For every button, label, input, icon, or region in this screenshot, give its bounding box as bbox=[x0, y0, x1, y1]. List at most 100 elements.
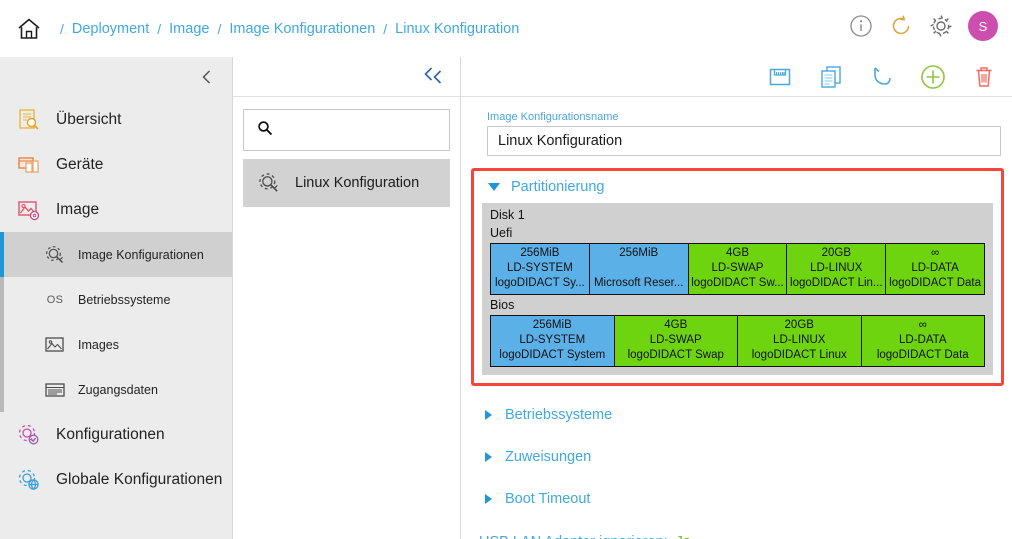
partition-block[interactable]: 4GB LD-SWAP logoDIDACT Swap bbox=[614, 316, 738, 366]
chevron-right-icon bbox=[485, 410, 492, 420]
app-window: / Deployment / Image / Image Konfigurati… bbox=[0, 0, 1012, 539]
back-button[interactable] bbox=[429, 68, 447, 86]
partitioning-section-title: Partitionierung bbox=[511, 179, 605, 195]
list-item[interactable]: Linux Konfiguration bbox=[243, 159, 450, 207]
refresh-icon[interactable] bbox=[888, 13, 914, 39]
sidebar-collapse-button[interactable] bbox=[0, 57, 232, 97]
boot-mode-label-bios: Bios bbox=[490, 298, 515, 312]
action-toolbar bbox=[766, 57, 998, 97]
breadcrumb-item-image-konfigurationen[interactable]: Image Konfigurationen bbox=[229, 21, 375, 37]
partition-name: logoDIDACT Lin... bbox=[790, 277, 883, 289]
sidebar-item-label: Betriebssysteme bbox=[78, 292, 171, 307]
sidebar-item-label: Geräte bbox=[56, 155, 104, 173]
top-bar-actions: S bbox=[848, 11, 998, 41]
partition-name: logoDIDACT Data bbox=[876, 349, 969, 361]
sidebar-item-label: Übersicht bbox=[56, 110, 122, 128]
devices-icon bbox=[14, 152, 44, 178]
section-boot-timeout[interactable]: Boot Timeout bbox=[461, 486, 1012, 512]
sidebar-item-betriebssysteme[interactable]: OS Betriebssysteme bbox=[0, 277, 232, 322]
partition-size: 256MiB bbox=[619, 247, 659, 259]
content-panel: Image Konfigurationsname Linux Konfigura… bbox=[433, 57, 1012, 539]
partition-block[interactable]: 256MiB LD-SYSTEM logoDIDACT Sy... bbox=[491, 244, 590, 294]
breadcrumb-item-image[interactable]: Image bbox=[169, 21, 209, 37]
partition-id: LD-LINUX bbox=[773, 334, 826, 346]
add-icon[interactable] bbox=[919, 63, 947, 91]
network-port-icon[interactable] bbox=[766, 63, 794, 91]
section-title: Betriebssysteme bbox=[505, 407, 613, 423]
partition-size: 20GB bbox=[821, 247, 851, 259]
configurations-icon bbox=[14, 422, 44, 448]
sidebar-item-globale-konfigurationen[interactable]: Globale Konfigurationen bbox=[0, 457, 232, 502]
breadcrumb-separator: / bbox=[383, 20, 388, 37]
search-box[interactable] bbox=[243, 109, 450, 151]
partition-name: logoDIDACT Sw... bbox=[691, 277, 784, 289]
content-toolbar bbox=[433, 57, 1012, 97]
section-zuweisungen[interactable]: Zuweisungen bbox=[461, 444, 1012, 470]
partition-id: LD-LINUX bbox=[810, 262, 863, 274]
section-betriebssysteme[interactable]: Betriebssysteme bbox=[461, 402, 1012, 428]
partition-row-uefi: 256MiB LD-SYSTEM logoDIDACT Sy... 256MiB… bbox=[490, 243, 985, 295]
partition-row-bios: 256MiB LD-SYSTEM logoDIDACT System 4GB L… bbox=[490, 315, 985, 367]
sidebar-item-konfigurationen[interactable]: Konfigurationen bbox=[0, 412, 232, 457]
usb-lan-adapter-setting: USB LAN Adapter ignorieren: Ja bbox=[461, 534, 1012, 539]
sidebar-item-zugangsdaten[interactable]: Zugangsdaten bbox=[0, 367, 232, 412]
partition-size: ∞ bbox=[918, 319, 927, 331]
partition-name: logoDIDACT Data bbox=[889, 277, 981, 289]
section-title: Boot Timeout bbox=[505, 491, 591, 507]
partition-block[interactable]: 256MiB Microsoft Reser... bbox=[589, 244, 689, 294]
sidebar: Übersicht Geräte Image Image Konfigurati… bbox=[0, 57, 233, 539]
partition-block[interactable]: ∞ LD-DATA logoDIDACT Data bbox=[861, 316, 984, 366]
partition-size: 4GB bbox=[725, 247, 749, 259]
overview-icon bbox=[14, 107, 44, 133]
top-bar: / Deployment / Image / Image Konfigurati… bbox=[0, 0, 1012, 57]
partition-name: logoDIDACT Linux bbox=[751, 349, 847, 361]
partition-id: LD-DATA bbox=[911, 262, 959, 274]
name-field-input[interactable]: Linux Konfiguration bbox=[487, 126, 1001, 156]
image-config-icon bbox=[257, 171, 281, 195]
sidebar-item-label: Images bbox=[78, 337, 119, 352]
boot-mode-label-uefi: Uefi bbox=[490, 226, 513, 240]
partition-block[interactable]: ∞ LD-DATA logoDIDACT Data bbox=[886, 244, 984, 294]
chevron-right-icon bbox=[485, 452, 492, 462]
search-input[interactable] bbox=[283, 122, 433, 138]
disk-label: Disk 1 bbox=[490, 208, 525, 222]
sidebar-item-geraete[interactable]: Geräte bbox=[0, 142, 232, 187]
section-title: Zuweisungen bbox=[505, 449, 592, 465]
partition-size: 256MiB bbox=[520, 247, 560, 259]
partition-block[interactable]: 20GB LD-LINUX logoDIDACT Lin... bbox=[787, 244, 887, 294]
breadcrumb-separator: / bbox=[157, 20, 162, 37]
partition-block[interactable]: 4GB LD-SWAP logoDIDACT Sw... bbox=[688, 244, 788, 294]
partition-size: 4GB bbox=[664, 319, 688, 331]
sidebar-item-label: Konfigurationen bbox=[56, 425, 165, 443]
sidebar-item-label: Zugangsdaten bbox=[78, 382, 158, 397]
breadcrumb-separator: / bbox=[60, 20, 64, 37]
partition-id: LD-SYSTEM bbox=[506, 262, 573, 274]
home-icon[interactable] bbox=[12, 12, 46, 46]
info-icon[interactable] bbox=[848, 13, 874, 39]
sidebar-item-label: Globale Konfigurationen bbox=[56, 470, 223, 488]
chevron-right-icon bbox=[485, 494, 492, 504]
partition-block[interactable]: 20GB LD-LINUX logoDIDACT Linux bbox=[738, 316, 862, 366]
sidebar-item-label: Image Konfigurationen bbox=[78, 247, 204, 262]
settings-gear-icon[interactable] bbox=[928, 13, 954, 39]
sidebar-item-image[interactable]: Image bbox=[0, 187, 232, 232]
sidebar-item-images[interactable]: Images bbox=[0, 322, 232, 367]
copy-icon[interactable] bbox=[817, 63, 845, 91]
sidebar-item-image-konfigurationen[interactable]: Image Konfigurationen bbox=[0, 232, 232, 277]
breadcrumb-separator: / bbox=[217, 20, 222, 37]
partition-name: logoDIDACT Sy... bbox=[495, 277, 585, 289]
usb-lan-adapter-value[interactable]: Ja bbox=[676, 534, 691, 539]
undo-icon[interactable] bbox=[868, 63, 896, 91]
partition-block[interactable]: 256MiB LD-SYSTEM logoDIDACT System bbox=[491, 316, 615, 366]
breadcrumb-item-linux-konfiguration[interactable]: Linux Konfiguration bbox=[395, 21, 519, 37]
partition-name: logoDIDACT System bbox=[499, 349, 606, 361]
partition-id: LD-SYSTEM bbox=[519, 334, 586, 346]
avatar[interactable]: S bbox=[968, 11, 998, 41]
sidebar-item-uebersicht[interactable]: Übersicht bbox=[0, 97, 232, 142]
delete-icon[interactable] bbox=[970, 63, 998, 91]
list-panel: Linux Konfiguration bbox=[233, 57, 461, 539]
partitioning-section-header[interactable]: Partitionierung bbox=[474, 171, 1001, 203]
list-panel-header bbox=[233, 57, 460, 97]
breadcrumb: / Deployment / Image / Image Konfigurati… bbox=[52, 21, 519, 37]
breadcrumb-item-deployment[interactable]: Deployment bbox=[72, 21, 149, 37]
